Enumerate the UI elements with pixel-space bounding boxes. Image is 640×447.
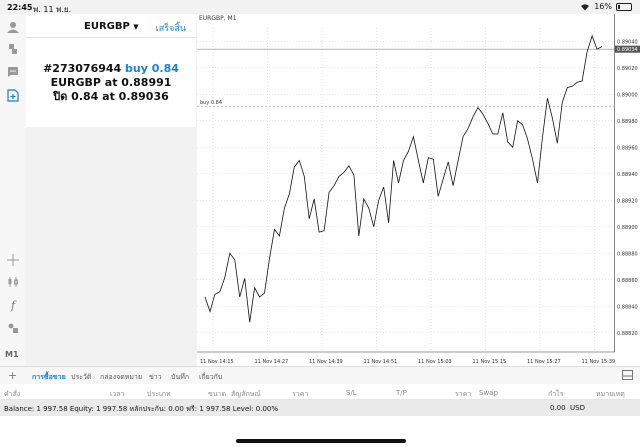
col-current-price: ราคา xyxy=(455,390,472,398)
order-panel: EURGBP ▼ เสร็จสิ้น #273076944 buy 0.84 E… xyxy=(26,14,196,127)
order-ticket-line: #273076944 buy 0.84 xyxy=(26,62,196,76)
current-price-label: 0.89034 xyxy=(617,47,638,53)
order-action: buy 0.84 xyxy=(125,62,179,75)
terminal-header: คำสั่ง เวลา ประเภท ขนาด สัญลักษณ์ ราคา S… xyxy=(0,384,640,400)
tab-news[interactable]: ข่าว xyxy=(149,372,162,383)
col-order: คำสั่ง xyxy=(4,390,21,398)
x-tick-label: 11 Nov 14:39 xyxy=(309,359,343,365)
x-tick-label: 11 Nov 14:51 xyxy=(364,359,398,365)
total-profit-value: 0.00 xyxy=(550,404,566,412)
col-profit: กำไร xyxy=(548,390,564,398)
balance-row: Balance: 1 997.58 Equity: 1 997.58 หลักป… xyxy=(0,400,640,416)
x-tick-label: 11 Nov 14:15 xyxy=(200,359,234,365)
timeframe-button[interactable]: M1 xyxy=(5,350,19,359)
y-tick-label: 0.89020 xyxy=(617,66,638,72)
chat-icon[interactable] xyxy=(4,63,22,81)
total-profit: 0.00 USD xyxy=(550,404,585,412)
balance-text: Balance: 1 997.58 Equity: 1 997.58 หลักป… xyxy=(4,405,279,413)
symbol-selector[interactable]: EURGBP ▼ xyxy=(84,21,139,32)
price-chart[interactable]: 11 Nov 14:15 11 Nov 14:27 11 Nov 14:39 11 N… xyxy=(197,14,615,366)
objects-icon[interactable] xyxy=(4,319,22,337)
battery-fill xyxy=(618,4,621,9)
status-bar: 22:45 พ. 11 พ.ย. 16% xyxy=(0,0,640,14)
terminal-tabs: + การซื้อขาย ประวัติ กล่องจดหมาย ข่าว บั… xyxy=(0,366,640,386)
home-indicator[interactable] xyxy=(236,439,406,443)
col-type: ประเภท xyxy=(147,390,171,398)
symbol-label: EURGBP xyxy=(84,21,130,32)
col-price: ราคา xyxy=(292,390,309,398)
price-axis[interactable]: 0.89040 0.89020 0.89000 0.88980 0.88960 0.889… xyxy=(615,14,640,366)
left-toolbar: f M1 xyxy=(0,14,26,366)
wifi-icon xyxy=(581,3,590,10)
x-tick-label: 11 Nov 14:27 xyxy=(255,359,289,365)
tab-mailbox[interactable]: กล่องจดหมาย xyxy=(100,372,142,383)
status-right: 16% xyxy=(580,2,632,11)
y-tick-label: 0.88900 xyxy=(617,225,638,231)
col-symbol: สัญลักษณ์ xyxy=(231,390,261,398)
add-icon[interactable]: + xyxy=(8,369,17,382)
x-tick-label: 11 Nov 15:15 xyxy=(473,359,507,365)
total-profit-currency: USD xyxy=(570,404,586,412)
y-tick-label: 0.88840 xyxy=(617,304,638,310)
col-time: เวลา xyxy=(110,390,125,398)
layout-icon[interactable] xyxy=(622,370,633,382)
y-tick-label: 0.89040 xyxy=(617,39,638,45)
crosshair-icon[interactable] xyxy=(4,251,22,269)
col-comment: หมายเหตุ xyxy=(596,390,625,398)
col-tp: T/P xyxy=(396,389,407,397)
y-tick-label: 0.88980 xyxy=(617,119,638,125)
battery-percent: 16% xyxy=(594,2,612,11)
col-sl: S/L xyxy=(346,389,357,397)
price-axis-svg: 0.89040 0.89020 0.89000 0.88980 0.88960 0.889… xyxy=(615,39,640,337)
done-button[interactable]: เสร็จสิ้น xyxy=(156,21,186,35)
y-tick-label: 0.88820 xyxy=(617,331,638,337)
tab-history[interactable]: ประวัติ xyxy=(71,372,91,383)
y-tick-label: 0.88880 xyxy=(617,251,638,257)
tab-trade[interactable]: การซื้อขาย xyxy=(32,372,66,386)
candles-icon[interactable] xyxy=(4,273,22,291)
col-volume: ขนาด xyxy=(208,390,227,398)
user-icon[interactable] xyxy=(4,18,22,36)
y-tick-label: 0.88860 xyxy=(617,278,638,284)
order-close-price: 0.89036 xyxy=(118,90,169,103)
tab-about[interactable]: เกี่ยวกับ xyxy=(199,372,222,383)
order-close-line: ปิด 0.84 at 0.89036 xyxy=(26,90,196,104)
y-tick-label: 0.88920 xyxy=(617,198,638,204)
chart-svg: 11 Nov 14:15 11 Nov 14:27 11 Nov 14:39 11 N… xyxy=(197,14,616,365)
col-swap: Swap xyxy=(479,389,498,397)
tab-journal[interactable]: บันทึก xyxy=(171,372,189,383)
price-series-line xyxy=(204,34,603,323)
y-tick-label: 0.88940 xyxy=(617,172,638,178)
order-level-label: buy 0.84 xyxy=(200,100,222,106)
order-close-prefix: ปิด 0.84 at xyxy=(53,90,115,103)
indicators-icon[interactable]: f xyxy=(4,296,22,314)
y-tick-label: 0.89000 xyxy=(617,92,638,98)
order-panel-header: EURGBP ▼ เสร็จสิ้น xyxy=(26,14,196,38)
x-tick-label: 11 Nov 15:39 xyxy=(582,359,616,365)
order-result: #273076944 buy 0.84 EURGBP at 0.88991 ปิ… xyxy=(26,62,196,104)
order-open-line: EURGBP at 0.88991 xyxy=(50,76,172,89)
chart-title: EURGBP, M1 xyxy=(199,15,237,22)
order-ticket: #273076944 xyxy=(43,62,122,75)
y-tick-label: 0.88960 xyxy=(617,145,638,151)
x-tick-label: 11 Nov 15:27 xyxy=(527,359,561,365)
x-tick-label: 11 Nov 15:03 xyxy=(418,359,452,365)
status-time: 22:45 xyxy=(7,3,33,12)
quotes-icon[interactable] xyxy=(4,40,22,58)
battery-icon xyxy=(616,2,632,11)
app-root: 22:45 พ. 11 พ.ย. 16% f M1 EURGBP ▼ เสร็จ… xyxy=(0,0,640,447)
chevron-down-icon: ▼ xyxy=(133,23,139,31)
new-order-icon[interactable] xyxy=(4,86,22,104)
